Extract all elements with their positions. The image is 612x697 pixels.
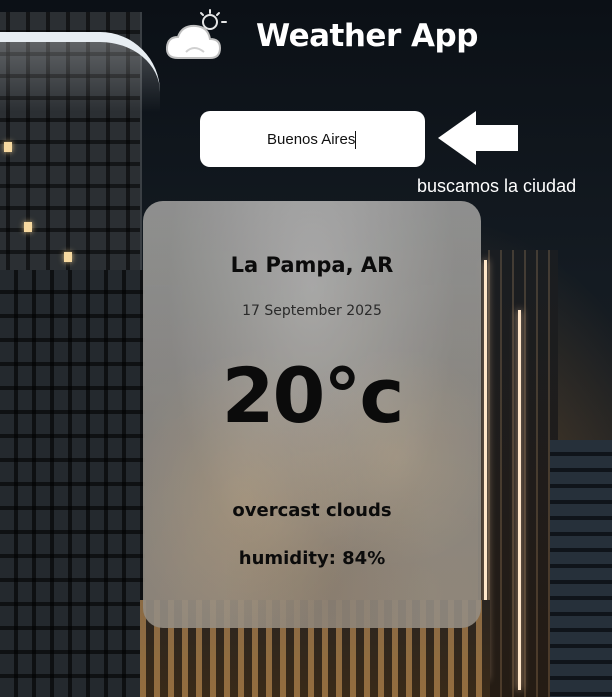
- building-far-right: [550, 440, 612, 697]
- app-title: Weather App: [256, 18, 478, 54]
- date-label: 17 September 2025: [242, 303, 382, 319]
- city-search-input[interactable]: [200, 111, 425, 167]
- window-light: [4, 142, 12, 152]
- window-light: [24, 222, 32, 232]
- app-header: Weather App: [0, 4, 612, 68]
- location-label: La Pampa, AR: [230, 253, 394, 277]
- building-left-lower: [0, 270, 145, 697]
- weather-description: overcast clouds: [232, 500, 392, 521]
- search-annotation: buscamos la ciudad: [417, 176, 577, 196]
- window-light: [64, 252, 72, 262]
- weather-card: La Pampa, AR 17 September 2025 20°c over…: [143, 201, 481, 628]
- arrow-left-icon: [436, 109, 520, 167]
- light-strip: [518, 310, 521, 690]
- text-caret: [355, 131, 356, 149]
- building-right: [478, 250, 558, 697]
- temperature-value: 20°c: [221, 351, 405, 440]
- humidity-value: humidity: 84%: [238, 548, 386, 569]
- cloud-sun-icon: [164, 8, 234, 64]
